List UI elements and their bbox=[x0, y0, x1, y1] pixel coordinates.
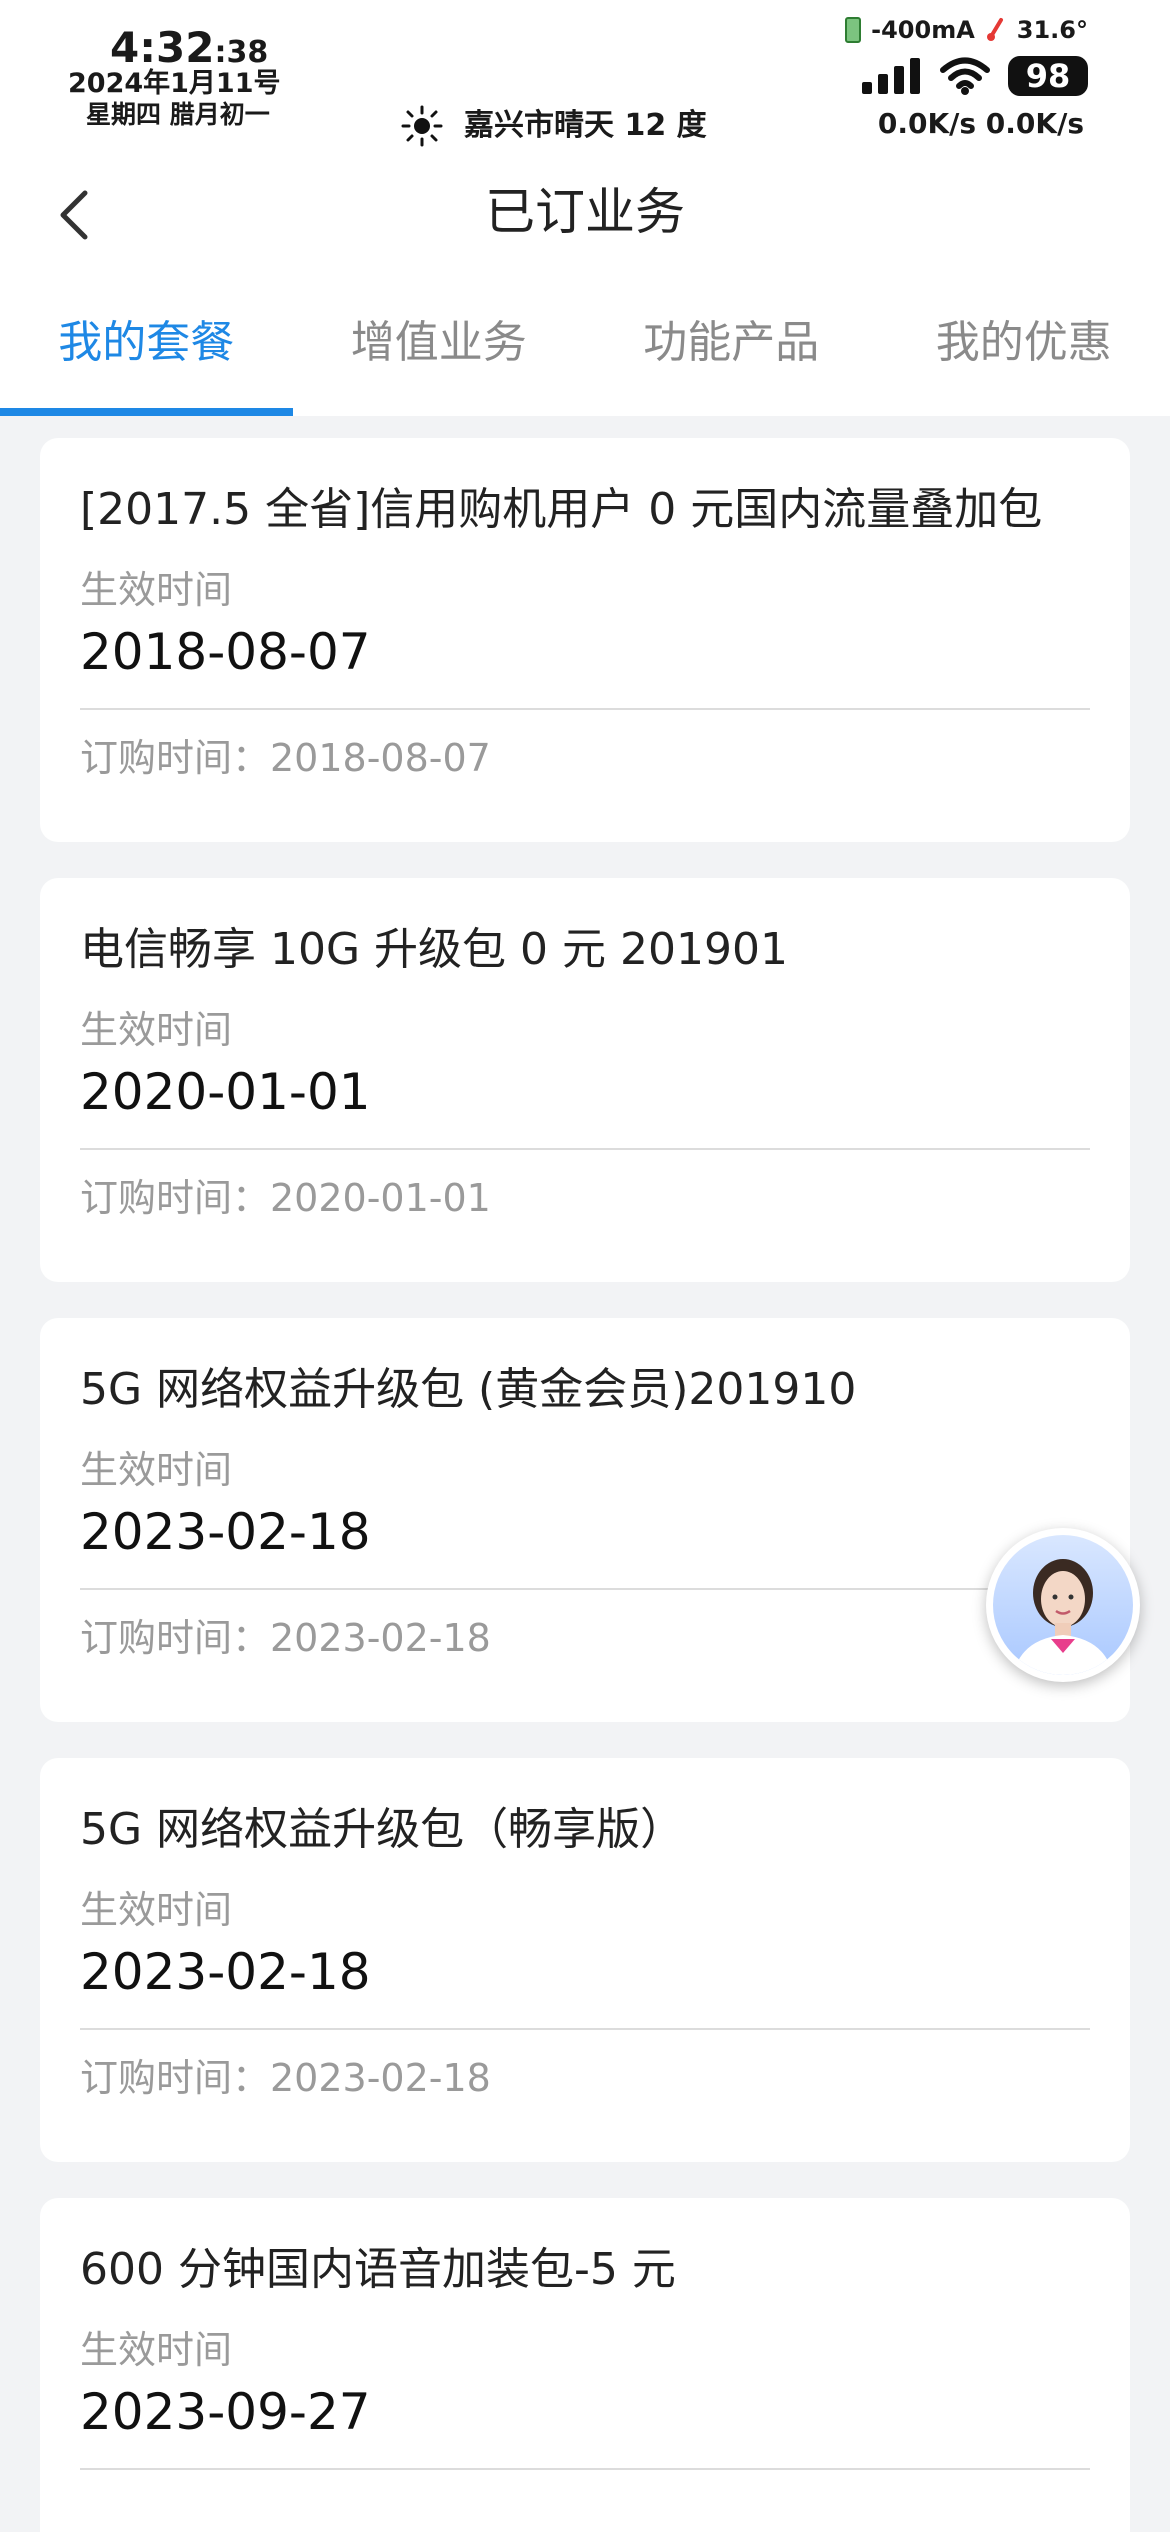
effective-date: 2020-01-01 bbox=[80, 1063, 371, 1121]
tab-my-plan[interactable]: 我的套餐 bbox=[0, 270, 293, 416]
effective-label: 生效时间 bbox=[80, 1008, 233, 1052]
service-title: 600 分钟国内语音加装包-5 元 bbox=[80, 2244, 676, 2295]
order-time: 订购时间：2023-02-18 bbox=[80, 2056, 491, 2100]
effective-label: 生效时间 bbox=[80, 1888, 233, 1932]
service-card[interactable]: 5G 网络权益升级包 (黄金会员)201910 生效时间 2023-02-18 … bbox=[40, 1318, 1130, 1722]
device-temperature: 31.6° bbox=[1016, 16, 1088, 44]
battery-level: 98 bbox=[1025, 57, 1071, 95]
thermometer-icon bbox=[986, 18, 1003, 41]
nav-bar: 已订业务 bbox=[0, 160, 1170, 270]
divider bbox=[80, 2468, 1090, 2470]
status-icons: 98 bbox=[862, 56, 1088, 96]
service-card[interactable]: [2017.5 全省]信用购机用户 0 元国内流量叠加包 生效时间 2018-0… bbox=[40, 438, 1130, 842]
divider bbox=[80, 1588, 1090, 1590]
service-card[interactable]: 电信畅享 10G 升级包 0 元 201901 生效时间 2020-01-01 … bbox=[40, 878, 1130, 1282]
order-time: 订购时间：2020-01-01 bbox=[80, 1176, 491, 1220]
order-time: 订购时间：2018-08-07 bbox=[80, 736, 491, 780]
effective-date: 2023-02-18 bbox=[80, 1503, 371, 1561]
service-card[interactable]: 5G 网络权益升级包（畅享版） 生效时间 2023-02-18 订购时间：202… bbox=[40, 1758, 1130, 2162]
lunar-date-text: 星期四 腊月初一 bbox=[86, 100, 270, 129]
clock-time: 4:32 bbox=[110, 23, 215, 72]
service-list: [2017.5 全省]信用购机用户 0 元国内流量叠加包 生效时间 2018-0… bbox=[40, 438, 1130, 2532]
sun-icon bbox=[401, 105, 443, 147]
effective-label: 生效时间 bbox=[80, 2328, 233, 2372]
clock-seconds: :38 bbox=[214, 35, 269, 70]
effective-date: 2023-09-27 bbox=[80, 2383, 371, 2441]
page-title: 已订业务 bbox=[485, 183, 685, 241]
battery-stats: -400mA 31.6° bbox=[845, 16, 1088, 44]
effective-label: 生效时间 bbox=[80, 568, 233, 612]
status-bar: 4:32:38 2024年1月11号 星期四 腊月初一 嘉兴市晴天 12 度 -… bbox=[0, 0, 1170, 160]
divider bbox=[80, 2028, 1090, 2030]
tab-value-added[interactable]: 增值业务 bbox=[293, 270, 586, 416]
effective-date: 2023-02-18 bbox=[80, 1943, 371, 2001]
service-title: 电信畅享 10G 升级包 0 元 201901 bbox=[80, 924, 788, 975]
weather: 嘉兴市晴天 12 度 bbox=[400, 104, 707, 148]
assistant-avatar bbox=[993, 1535, 1133, 1675]
effective-label: 生效时间 bbox=[80, 1448, 233, 1492]
battery-small-icon bbox=[845, 17, 862, 43]
order-time: 订购时间：2023-02-18 bbox=[80, 1616, 491, 1660]
service-title: 5G 网络权益升级包（畅享版） bbox=[80, 1804, 685, 1855]
wifi-icon bbox=[940, 57, 990, 95]
battery-current: -400mA bbox=[871, 16, 975, 44]
tab-function-products[interactable]: 功能产品 bbox=[585, 270, 878, 416]
service-title: 5G 网络权益升级包 (黄金会员)201910 bbox=[80, 1364, 857, 1415]
service-title: [2017.5 全省]信用购机用户 0 元国内流量叠加包 bbox=[80, 484, 1043, 535]
effective-date: 2018-08-07 bbox=[80, 623, 371, 681]
avatar-icon bbox=[1013, 1559, 1113, 1675]
service-card[interactable]: 600 分钟国内语音加装包-5 元 生效时间 2023-09-27 bbox=[40, 2198, 1130, 2532]
network-speed: 0.0K/s 0.0K/s bbox=[877, 107, 1084, 140]
tab-bar: 我的套餐 增值业务 功能产品 我的优惠 bbox=[0, 270, 1170, 416]
assistant-avatar-button[interactable] bbox=[986, 1528, 1140, 1682]
tab-my-discounts[interactable]: 我的优惠 bbox=[878, 270, 1170, 416]
battery-icon: 98 bbox=[1008, 56, 1088, 96]
date-text: 2024年1月11号 bbox=[68, 68, 281, 99]
signal-icon bbox=[862, 58, 920, 94]
divider bbox=[80, 1148, 1090, 1150]
weather-text: 嘉兴市晴天 12 度 bbox=[464, 108, 707, 143]
divider bbox=[80, 708, 1090, 710]
